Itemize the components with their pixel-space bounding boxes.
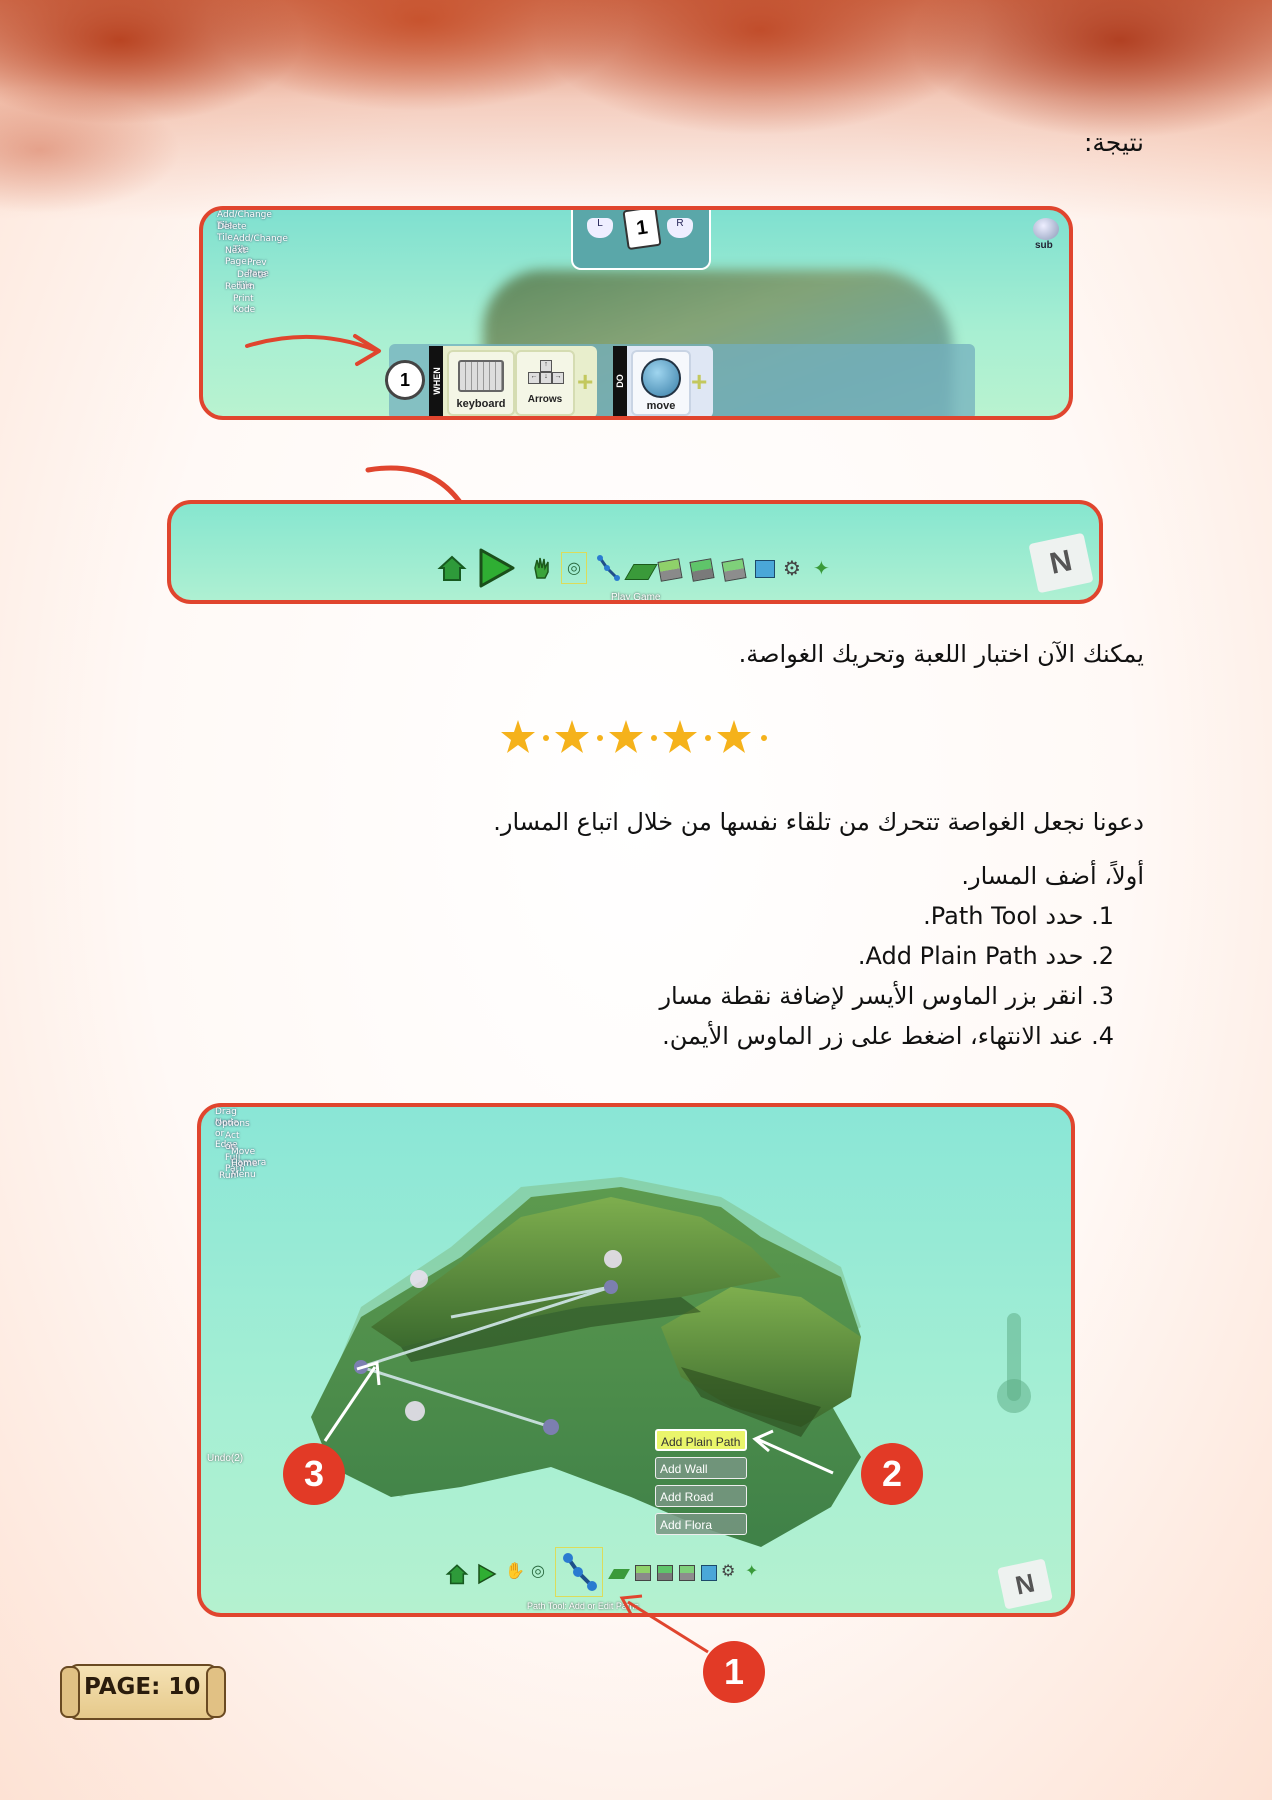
ground-icon[interactable] [657,558,683,582]
add-tile-plus-icon[interactable]: + [691,366,707,398]
watercolor-header [0,0,1272,220]
star-icon [609,720,643,753]
home-icon[interactable] [445,1563,469,1585]
arrows-icon: ↑ ← ↓ → [528,360,564,384]
settings-icon[interactable]: ⚙ [783,556,801,580]
help-line: Run [219,1171,237,1181]
terrain-brush-icon[interactable] [608,1569,630,1579]
pointer-arrow-icon [752,1429,834,1475]
tile-label: move [646,400,676,412]
home-icon[interactable] [437,554,467,582]
star-divider [501,720,767,753]
hand-icon[interactable] [531,556,553,580]
cube-icon[interactable] [755,560,775,578]
first-step-heading: أولاً، أضف المسار. [961,862,1144,890]
page-right-button[interactable]: R [667,218,693,238]
page-selector[interactable]: L 1 R [571,210,711,270]
result-heading: نتيجة: [1083,128,1144,157]
wand-icon[interactable]: ✦ [745,1561,758,1580]
character-label: sub [1035,240,1053,251]
terrain-brush-icon[interactable] [624,564,658,580]
page-left-button[interactable]: L [587,218,613,238]
play-icon[interactable] [477,546,517,590]
star-icon [555,720,589,753]
add-wall-item[interactable]: Add Wall [655,1457,747,1479]
page-indicator: 1 [622,210,662,251]
undo-label[interactable]: Undo(2) [207,1453,243,1464]
play-icon[interactable] [477,1563,497,1585]
north-compass-icon: N [1028,532,1094,594]
step-item: 2. حدد Add Plain Path. [857,942,1114,970]
add-flora-item[interactable]: Add Flora [655,1513,747,1535]
star-icon [663,720,697,753]
add-tile-plus-icon[interactable]: + [577,366,593,398]
thermometer-gauge [997,1313,1031,1413]
step-item: 3. انقر بزر الماوس الأيسر لإضافة نقطة مس… [659,982,1114,1010]
star-icon [717,720,751,753]
keyboard-icon [458,360,504,392]
raise-lower-icon[interactable] [679,1565,695,1581]
move-tile[interactable]: move [631,350,691,416]
object-icon[interactable]: ◎ [561,552,587,584]
toolbar-tooltip: Play Game [611,592,661,603]
intro-paragraph: دعونا نجعل الغواصة تتحرك من تلقاء نفسها … [493,808,1144,836]
callout-badge-1: 1 [703,1641,765,1703]
hand-icon[interactable]: ✋ [505,1561,525,1580]
page-number: PAGE: 10 [84,1674,201,1700]
terrain-map [311,1177,861,1547]
add-plain-path-item[interactable]: Add Plain Path [655,1429,747,1451]
path-tool-button[interactable] [555,1547,603,1597]
add-road-item[interactable]: Add Road [655,1485,747,1507]
help-line: Next Page [225,246,247,267]
help-line: Options [215,1119,250,1129]
toolbar: ◎ ⚙ ✦ [437,546,857,590]
help-line: Return [225,282,255,292]
water-icon[interactable] [657,1565,673,1581]
when-block[interactable]: WHEN keyboard ↑ ← ↓ → Arrows + [429,346,597,416]
pointer-arrow-icon [323,1361,381,1442]
keyboard-tile[interactable]: keyboard [447,350,515,416]
do-label: DO [613,346,627,416]
path-popup-menu: Add Plain Path Add Wall Add Road Add Flo… [655,1429,749,1535]
screenshot-rule-editor: Add/Change Tile Delete Tile Add/Change T… [199,206,1073,420]
tile-label: Arrows [527,394,563,405]
step-item: 4. عند الانتهاء، اضغط على زر الماوس الأي… [662,1022,1114,1050]
path-icon [563,1553,597,1591]
sub-character-icon[interactable]: sub [1029,216,1063,254]
water-icon[interactable] [689,558,715,582]
screenshot-path-tool: Drag Node or Edge Options Act on Full Pa… [197,1103,1075,1617]
raise-lower-icon[interactable] [721,558,747,582]
settings-icon[interactable]: ⚙ [721,1561,735,1580]
move-icon [641,358,681,398]
callout-badge-3: 3 [283,1443,345,1505]
arrows-tile[interactable]: ↑ ← ↓ → Arrows [515,350,575,416]
callout-badge-2: 2 [861,1443,923,1505]
tile-label: keyboard [456,398,506,410]
pointer-arrow-icon [245,334,381,366]
ground-icon[interactable] [635,1565,651,1581]
cube-icon[interactable] [701,1565,717,1581]
page-number-scroll: PAGE: 10 [60,1660,226,1722]
wand-icon[interactable]: ✦ [813,556,830,580]
star-icon [501,720,535,753]
test-paragraph: يمكنك الآن اختبار اللعبة وتحريك الغواصة. [738,640,1144,668]
do-block[interactable]: DO move + [613,346,713,416]
screenshot-toolbar: ◎ ⚙ ✦ Play Game N [167,500,1103,604]
object-icon[interactable]: ◎ [531,1561,545,1580]
step-item: 1. حدد Path Tool. [923,902,1114,930]
when-label: WHEN [429,346,443,416]
help-line: Print Kode [233,294,256,315]
pointer-arrow-icon [619,1594,709,1654]
path-icon[interactable] [595,554,621,582]
